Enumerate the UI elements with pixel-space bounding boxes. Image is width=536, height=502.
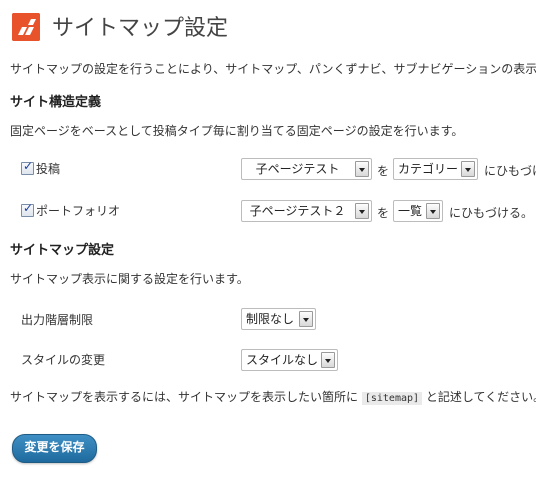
chevron-down-icon	[355, 161, 369, 177]
post-type-select[interactable]: カテゴリー	[393, 158, 478, 180]
style-label: スタイルの変更	[21, 353, 106, 367]
portfolio-type-select[interactable]: 一覧	[393, 200, 443, 222]
shortcode-note-after: と記述してください。	[425, 390, 536, 404]
post-suffix: にひもづけ	[484, 164, 536, 178]
plugin-logo-icon	[12, 13, 40, 41]
portfolio-label: ポートフォリオ	[36, 204, 121, 218]
shortcode-note: サイトマップを表示するには、サイトマップを表示したい箇所に [sitemap] …	[10, 388, 536, 405]
portfolio-checkbox[interactable]: ✓	[21, 201, 34, 217]
post-page-select[interactable]: 子ページテスト	[241, 158, 372, 180]
post-checkbox[interactable]: ✓	[21, 159, 34, 175]
chevron-down-icon	[321, 352, 335, 368]
structure-heading: サイト構造定義	[10, 95, 102, 110]
style-select[interactable]: スタイルなし	[241, 349, 338, 371]
chevron-down-icon	[426, 203, 440, 219]
save-button[interactable]: 変更を保存	[12, 434, 97, 463]
structure-description: 固定ページをベースとして投稿タイプ毎に割り当てる固定ページの設定を行います。	[10, 124, 464, 138]
portfolio-suffix: にひもづける。	[449, 206, 534, 220]
post-label: 投稿	[36, 162, 61, 176]
chevron-down-icon	[461, 161, 475, 177]
chevron-down-icon	[299, 311, 313, 327]
shortcode-note-before: サイトマップを表示するには、サイトマップを表示したい箇所に	[10, 390, 359, 404]
sitemap-description: サイトマップ表示に関する設定を行います。	[10, 272, 249, 286]
portfolio-wo-text: を	[377, 206, 390, 220]
portfolio-page-select[interactable]: 子ページテスト２	[241, 200, 372, 222]
post-wo-text: を	[377, 164, 390, 178]
depth-label: 出力階層制限	[21, 313, 94, 327]
page-description: サイトマップの設定を行うことにより、サイトマップ、パンくずナビ、サブナビゲーショ…	[10, 62, 536, 76]
shortcode-code: [sitemap]	[361, 392, 423, 405]
chevron-down-icon	[355, 203, 369, 219]
page-title: サイトマップ設定	[52, 16, 229, 41]
depth-select[interactable]: 制限なし	[241, 308, 316, 330]
sitemap-heading: サイトマップ設定	[10, 243, 115, 258]
